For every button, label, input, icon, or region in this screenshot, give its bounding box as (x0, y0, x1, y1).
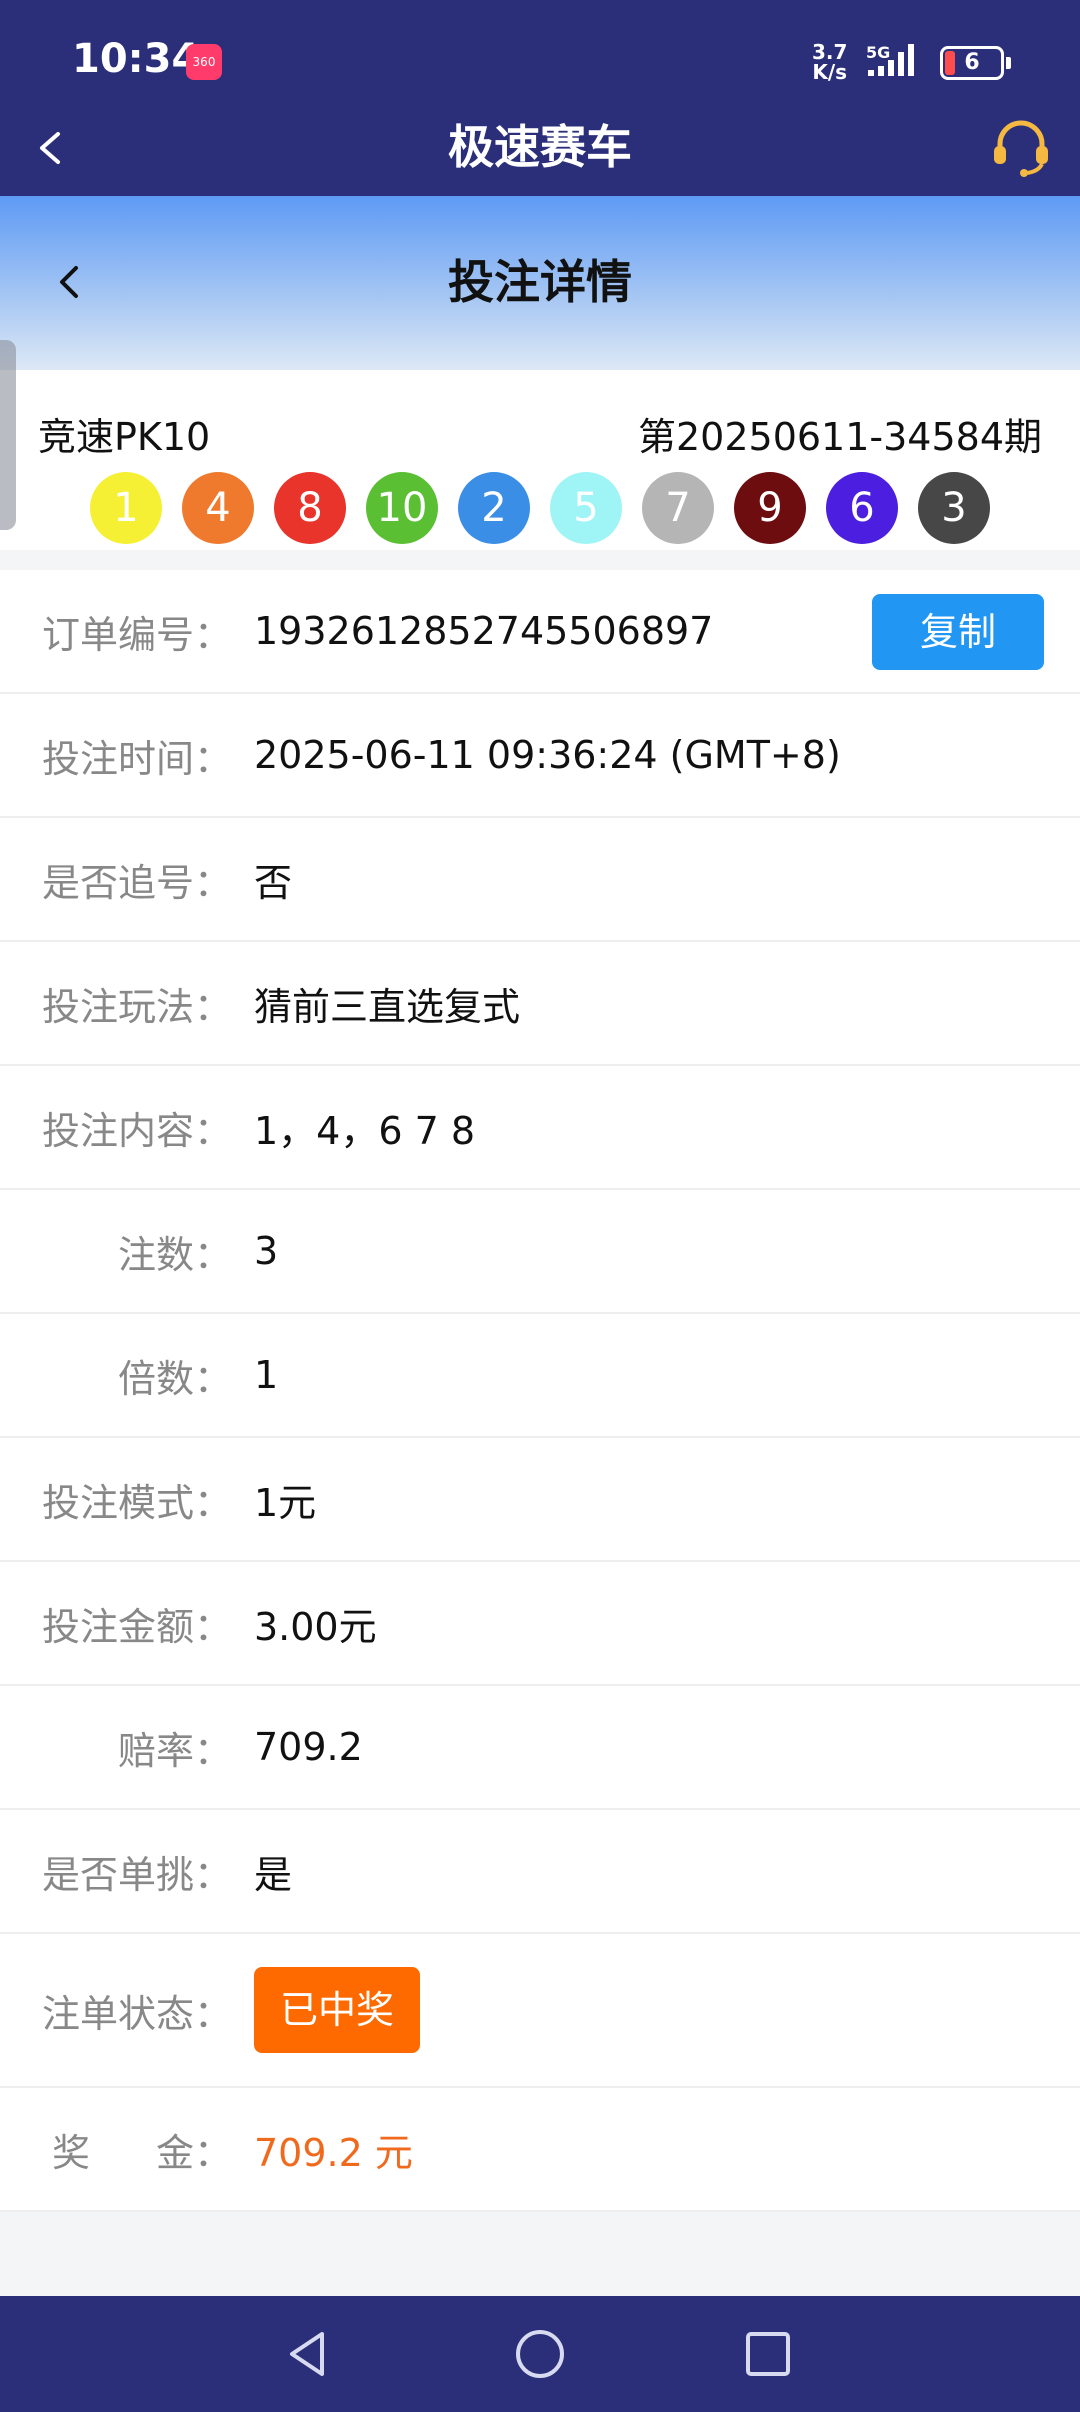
content-label: 投注内容： (41, 1108, 232, 1153)
result-ball: 2 (458, 472, 530, 544)
copy-button[interactable]: 复制 (872, 594, 1044, 670)
draw-result-card: 竞速PK10 第20250611-34584期 1 4 8 10 2 5 7 9 6 3 (0, 370, 1080, 550)
result-ball: 10 (366, 472, 438, 544)
detail-row-odds: 赔率： 709.2 (0, 1686, 1080, 1810)
battery-icon: 6 (940, 46, 1011, 80)
page-title: 投注详情 (448, 255, 632, 309)
battery-level: 6 (964, 50, 980, 75)
nav-home-button[interactable] (510, 2324, 570, 2384)
multiplier-label: 倍数： (117, 1356, 232, 1401)
headset-icon (994, 120, 1048, 177)
separator (0, 550, 1080, 570)
single-label: 是否单挑： (41, 1852, 232, 1897)
signal-icon: 5G (866, 42, 930, 86)
side-drawer-handle[interactable] (0, 340, 16, 530)
detail-row-play-type: 投注玩法： 猜前三直选复式 (0, 942, 1080, 1066)
detail-row-mode: 投注模式： 1元 (0, 1438, 1080, 1562)
bet-details-list: 订单编号： 1932612852745506897 复制 投注时间： 2025-… (0, 570, 1080, 2212)
result-ball: 8 (274, 472, 346, 544)
detail-row-status: 注单状态： 已中奖 (0, 1934, 1080, 2088)
bet-time-label: 投注时间： (41, 736, 232, 781)
detail-row-bet-count: 注数： 3 (0, 1190, 1080, 1314)
prize-label-first: 奖 (52, 2130, 91, 2175)
app-notification-icon: 360 (186, 44, 222, 80)
result-ball: 5 (550, 472, 622, 544)
chase-label: 是否追号： (41, 860, 232, 905)
status-value-wrap: 已中奖 (254, 1934, 421, 2086)
play-type-label: 投注玩法： (41, 984, 232, 1029)
detail-row-single: 是否单挑： 是 (0, 1810, 1080, 1934)
order-no-value: 1932612852745506897 (254, 609, 714, 653)
result-ball: 1 (90, 472, 162, 544)
detail-row-chase: 是否追号： 否 (0, 818, 1080, 942)
chase-value: 否 (254, 860, 293, 905)
result-ball: 7 (642, 472, 714, 544)
content-value: 1，4，6 7 8 (254, 1108, 476, 1153)
prize-value: 709.2 元 (254, 2130, 413, 2175)
customer-service-button[interactable] (986, 112, 1056, 182)
bet-count-value: 3 (254, 1229, 279, 1273)
app-title: 极速赛车 (448, 120, 632, 174)
circle-home-icon (516, 2330, 564, 2378)
app-header: 极速赛车 (0, 100, 1080, 196)
single-value: 是 (254, 1852, 293, 1897)
network-type: 5G (866, 43, 890, 62)
amount-value: 3.00元 (254, 1604, 377, 1649)
detail-row-bet-time: 投注时间： 2025-06-11 09:36:24 (GMT+8) (0, 694, 1080, 818)
triangle-back-icon (290, 2332, 324, 2376)
issue-number: 第20250611-34584期 (637, 415, 1042, 459)
result-ball: 9 (734, 472, 806, 544)
prize-label: 奖 金： (52, 2088, 232, 2210)
net-speed: 3.7 K/s (812, 42, 847, 82)
multiplier-value: 1 (254, 1353, 279, 1397)
result-balls: 1 4 8 10 2 5 7 9 6 3 (90, 472, 990, 544)
detail-row-prize: 奖 金： 709.2 元 (0, 2088, 1080, 2212)
detail-row-order-no: 订单编号： 1932612852745506897 复制 (0, 570, 1080, 694)
status-badge: 已中奖 (254, 1967, 421, 2053)
status-label: 注单状态： (41, 1991, 232, 2036)
mode-label: 投注模式： (41, 1480, 232, 1525)
nav-back-button[interactable] (278, 2324, 338, 2384)
game-name: 竞速PK10 (38, 415, 211, 459)
bet-time-value: 2025-06-11 09:36:24 (GMT+8) (254, 733, 841, 777)
status-time: 10:34 (72, 36, 200, 82)
prize-label-second: 金： (155, 2130, 232, 2175)
sub-header: 投注详情 (0, 196, 1080, 370)
mode-value: 1元 (254, 1480, 317, 1525)
bet-count-label: 注数： (117, 1232, 232, 1277)
odds-label: 赔率： (117, 1728, 232, 1773)
result-ball: 4 (182, 472, 254, 544)
system-nav-bar (0, 2296, 1080, 2412)
result-ball: 6 (826, 472, 898, 544)
square-recents-icon (746, 2332, 790, 2376)
nav-recents-button[interactable] (738, 2324, 798, 2384)
order-no-label: 订单编号： (41, 612, 232, 657)
odds-value: 709.2 (254, 1725, 363, 1769)
play-type-value: 猜前三直选复式 (254, 984, 521, 1029)
detail-row-content: 投注内容： 1，4，6 7 8 (0, 1066, 1080, 1190)
net-speed-value: 3.7 (812, 40, 848, 64)
battery-fill (945, 51, 955, 75)
detail-row-multiplier: 倍数： 1 (0, 1314, 1080, 1438)
net-speed-unit: K/s (812, 60, 848, 84)
amount-label: 投注金额： (41, 1604, 232, 1649)
result-ball: 3 (918, 472, 990, 544)
detail-row-amount: 投注金额： 3.00元 (0, 1562, 1080, 1686)
